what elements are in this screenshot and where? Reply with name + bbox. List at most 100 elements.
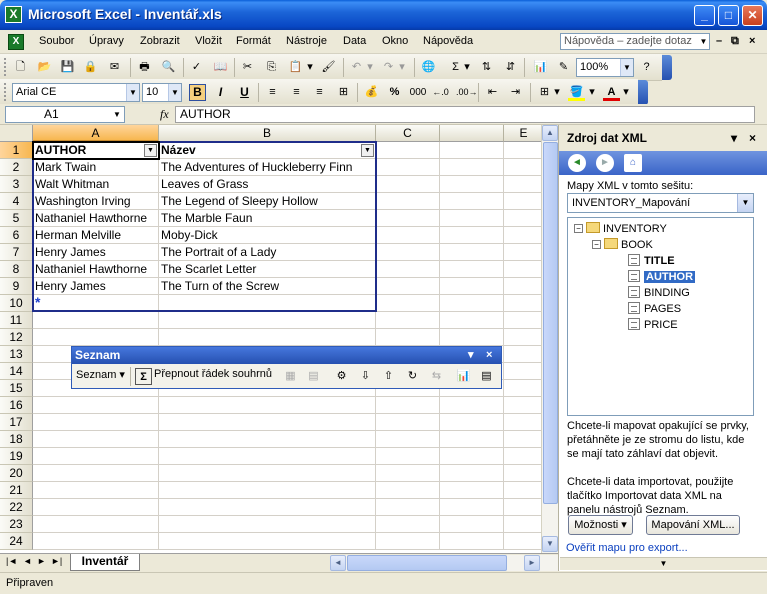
grid-cell[interactable]	[440, 516, 504, 533]
grid-cell[interactable]	[159, 499, 376, 516]
grid-cell[interactable]	[440, 193, 504, 210]
grid-cell[interactable]	[440, 329, 504, 346]
tree-node-pages[interactable]: PAGES	[628, 302, 681, 317]
grid-cell[interactable]	[33, 533, 159, 550]
grid-cell[interactable]	[440, 397, 504, 414]
list-data-cell[interactable]: The Adventures of Huckleberry Finn	[159, 159, 376, 176]
scroll-up-button[interactable]: ▲	[542, 125, 558, 141]
xml-tree[interactable]: − INVENTORY − BOOK TITLE AUTHOR BINDING PA…	[567, 217, 754, 416]
doc-close-button[interactable]: ×	[749, 35, 755, 47]
list-menu-button[interactable]: Seznam ▾	[76, 368, 125, 381]
menu-upravy[interactable]: Úpravy	[89, 35, 124, 47]
row-header[interactable]: 1	[0, 142, 33, 159]
underline-button[interactable]: U	[236, 84, 253, 101]
back-icon[interactable]: ◄	[568, 154, 586, 172]
tree-node-price[interactable]: PRICE	[628, 318, 678, 333]
list-toolbar-menu-button[interactable]: ▾	[468, 347, 474, 364]
grid-cell[interactable]	[504, 448, 544, 465]
grid-cell[interactable]	[504, 482, 544, 499]
list-data-cell[interactable]: Nathaniel Hawthorne	[33, 210, 159, 227]
scroll-right-button[interactable]: ►	[524, 555, 540, 571]
save-icon[interactable]: 💾	[59, 59, 76, 76]
grid-cell[interactable]	[159, 533, 376, 550]
grid-cell[interactable]	[376, 533, 440, 550]
grid-cell[interactable]	[159, 397, 376, 414]
grid-cell[interactable]	[440, 448, 504, 465]
grid-cell[interactable]	[504, 176, 544, 193]
thousands-button[interactable]: 000	[408, 84, 428, 101]
menu-soubor[interactable]: Soubor	[39, 35, 74, 47]
grid-cell[interactable]	[504, 363, 544, 380]
list-data-cell[interactable]: The Portrait of a Lady	[159, 244, 376, 261]
collapse-icon[interactable]: −	[574, 224, 583, 233]
grid-cell[interactable]	[504, 346, 544, 363]
grid-cell[interactable]	[33, 482, 159, 499]
grid-cell[interactable]	[376, 516, 440, 533]
grid-cell[interactable]	[33, 431, 159, 448]
doc-restore-button[interactable]: ⧉	[731, 35, 739, 48]
merge-center-icon[interactable]: ⊞	[335, 84, 352, 101]
doc-minimize-button[interactable]: –	[716, 35, 722, 47]
sort-descending-icon[interactable]: ⇵	[502, 59, 519, 76]
font-color-icon[interactable]: A	[603, 84, 620, 101]
grid-cell[interactable]	[440, 465, 504, 482]
print-list-icon[interactable]: ▤	[305, 368, 322, 385]
grid-cell[interactable]	[440, 431, 504, 448]
menu-data[interactable]: Data	[343, 35, 366, 47]
row-header[interactable]: 11	[0, 312, 33, 329]
chevron-down-icon[interactable]: ▼	[737, 194, 753, 212]
list-data-cell[interactable]: Henry James	[33, 278, 159, 295]
sigma-icon[interactable]: Σ	[135, 368, 152, 385]
grid-cell[interactable]	[376, 142, 440, 159]
list-data-cell[interactable]: Leaves of Grass	[159, 176, 376, 193]
toolbar-grip[interactable]	[4, 58, 7, 76]
sort-ascending-icon[interactable]: ⇅	[478, 59, 495, 76]
row-header[interactable]: 8	[0, 261, 33, 278]
grid-cell[interactable]	[440, 210, 504, 227]
autosum-icon[interactable]: Σ	[447, 59, 464, 76]
grid-cell[interactable]	[376, 465, 440, 482]
xml-source-icon[interactable]: ⇆	[428, 368, 445, 385]
grid-cell[interactable]	[376, 397, 440, 414]
list-data-cell[interactable]: Moby-Dick	[159, 227, 376, 244]
menu-okno[interactable]: Okno	[382, 35, 408, 47]
copy-icon[interactable]: ⎘	[263, 59, 280, 76]
bold-button[interactable]: B	[189, 84, 206, 101]
grid-cell[interactable]	[33, 312, 159, 329]
column-header-e[interactable]: E	[504, 125, 544, 142]
help-icon[interactable]: ?	[638, 59, 655, 76]
row-header[interactable]: 13	[0, 346, 33, 363]
list-data-cell[interactable]: Henry James	[33, 244, 159, 261]
italic-button[interactable]: I	[212, 84, 229, 101]
grid-cell[interactable]	[504, 414, 544, 431]
grid-cell[interactable]	[376, 244, 440, 261]
toolbar-options-button[interactable]	[662, 55, 672, 80]
row-header[interactable]: 19	[0, 448, 33, 465]
help-search-input[interactable]: Nápověda – zadejte dotaz ▼	[560, 33, 710, 50]
grid-cell[interactable]	[33, 516, 159, 533]
increase-indent-icon[interactable]: ⇥	[507, 84, 524, 101]
collapse-icon[interactable]: −	[592, 240, 601, 249]
grid-cell[interactable]	[159, 448, 376, 465]
grid-cell[interactable]	[504, 227, 544, 244]
grid-cell[interactable]	[159, 312, 376, 329]
grid-cell[interactable]	[504, 295, 544, 312]
grid-cell[interactable]	[440, 142, 504, 159]
grid-cell[interactable]	[504, 312, 544, 329]
grid-cell[interactable]	[504, 210, 544, 227]
name-box[interactable]: A1 ▼	[5, 106, 125, 123]
row-header[interactable]: 23	[0, 516, 33, 533]
grid-cell[interactable]	[159, 329, 376, 346]
permission-icon[interactable]: 🔒	[82, 59, 99, 76]
home-icon[interactable]: ⌂	[624, 154, 642, 172]
refresh-xml-icon[interactable]: ↻	[404, 368, 421, 385]
xml-maps-button[interactable]: Mapování XML...	[646, 515, 740, 535]
chevron-down-icon[interactable]: ▾	[398, 59, 406, 76]
grid-cell[interactable]	[504, 329, 544, 346]
workbook-icon[interactable]: X	[8, 34, 24, 50]
align-left-icon[interactable]: ≡	[264, 84, 281, 101]
email-icon[interactable]: ✉	[106, 59, 123, 76]
row-header[interactable]: 21	[0, 482, 33, 499]
row-header[interactable]: 2	[0, 159, 33, 176]
grid-cell[interactable]	[504, 159, 544, 176]
